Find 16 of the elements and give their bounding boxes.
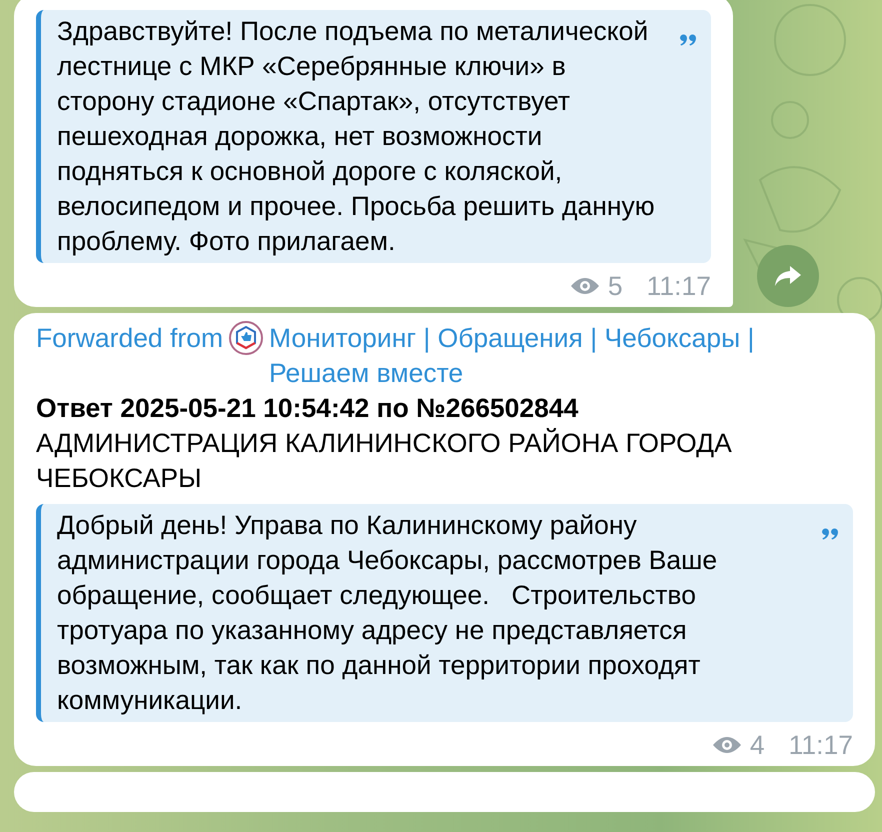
message-time: 11:17 xyxy=(646,271,711,301)
forwarded-label: Forwarded from xyxy=(36,322,224,355)
quote-text: Добрый день! Управа по Калининскому району администрации города Чебоксары, рассмотрев Ваше обращение, сообщает следующее. Строительство тротуара по указанному адресу не представляется возможным, так как по данной территории проходят коммуникации. xyxy=(57,509,718,717)
channel-logo-icon xyxy=(229,321,264,355)
view-count: 5 xyxy=(608,271,623,301)
eye-icon xyxy=(570,276,600,296)
message-text: АДМИНИСТРАЦИЯ КАЛИНИНСКОГО РАЙОНА ГОРОДА ЧЕБОКСАРЫ xyxy=(36,427,733,495)
channel-link[interactable]: Мониторинг | Обращения | Чебоксары | Решаем вместе xyxy=(269,321,853,391)
message-time: 11:17 xyxy=(788,730,853,760)
quote-icon xyxy=(821,526,839,540)
share-icon xyxy=(774,264,802,288)
quote-icon xyxy=(679,32,697,46)
view-count: 4 xyxy=(750,730,765,760)
message-title: Ответ 2025-05-21 10:54:42 по №266502844 xyxy=(36,392,580,425)
quote-text: Здравствуйте! После подъема по металической лестнице с МКР «Серебрянные ключи» в сторону стадионе «Спартак», отсутствует пешеходная дорожка, нет возможности подняться к основной дороге с коляской, велосипедом и прочее. Просьба решить данную проблему. Фото прилагаем. xyxy=(57,15,656,258)
eye-icon xyxy=(712,735,742,755)
